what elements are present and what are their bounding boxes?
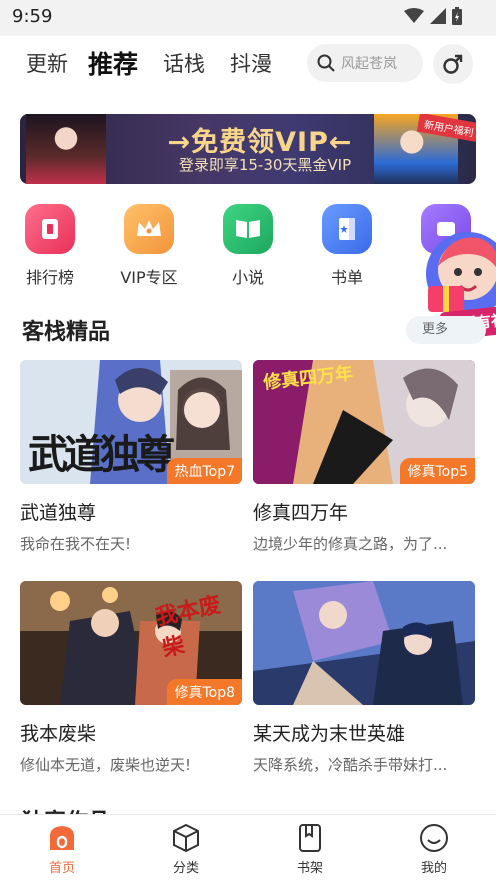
rank-badge: 修真Top8 (167, 679, 242, 705)
comic-description: 边境少年的修真之路，为了... (253, 535, 448, 553)
comic-cover[interactable] (253, 581, 475, 705)
tab-recommend[interactable]: 推荐 (88, 45, 138, 81)
home-icon (50, 826, 74, 850)
book-open-icon (223, 204, 273, 254)
nav-category[interactable]: 分类 (151, 823, 221, 876)
category-label: 小说 (231, 268, 264, 287)
search-input[interactable]: 风起苍岚 (307, 44, 423, 82)
ranking-icon (25, 204, 75, 254)
cover-title-art: 武道独尊 (28, 431, 176, 478)
vip-banner[interactable]: →免费领VIP← 登录即享15-30天黑金VIP 新用户福利 (20, 114, 476, 184)
search-icon (317, 54, 335, 72)
comic-cover[interactable]: 修真四万年 修真Top5 (253, 360, 475, 484)
status-time: 9:59 (12, 6, 53, 27)
top-nav: 更新 推荐 话栈 抖漫 风起苍岚 (0, 36, 496, 92)
comic-cover[interactable]: 武道独尊 热血Top7 (20, 360, 242, 484)
comic-description: 天降系统，冷酷杀手带妹打... (253, 756, 448, 774)
wifi-icon (404, 8, 424, 23)
comic-title[interactable]: 某天成为末世英雄 (253, 719, 475, 746)
cover-art (253, 581, 475, 705)
comic-card[interactable]: 武道独尊 热血Top7 武道独尊 我命在我不在天! (20, 360, 242, 554)
bottom-nav: 首页 分类 书架 我的 (0, 814, 496, 882)
app-screen: 9:59 更新 推荐 话栈 抖漫 风起苍岚 →免费领VIP← 登录即享15-30… (0, 0, 496, 882)
battery-icon (452, 7, 462, 25)
comic-title[interactable]: 修真四万年 (253, 498, 475, 525)
gender-toggle-button[interactable] (433, 44, 473, 84)
category-label: VIP专区 (120, 268, 178, 287)
comic-card[interactable]: 我本废柴 修真Top8 我本废柴 修仙本无道，废柴也逆天! (20, 581, 242, 775)
nav-label: 首页 (48, 861, 75, 876)
signal-icon (430, 8, 446, 24)
category-ranking[interactable]: 排行榜 (10, 204, 90, 288)
category-label: 书单 (330, 268, 363, 287)
tab-updates[interactable]: 更新 (26, 48, 68, 78)
category-vip[interactable]: VIP专区 (109, 204, 189, 288)
nav-label: 分类 (172, 861, 199, 876)
comic-title[interactable]: 武道独尊 (20, 498, 242, 525)
comic-description: 我命在我不在天! (20, 535, 132, 553)
category-booklist[interactable]: 书单 (307, 204, 387, 288)
tab-douman[interactable]: 抖漫 (230, 48, 272, 78)
rank-badge: 热血Top7 (167, 458, 242, 484)
bookshelf-icon (299, 824, 321, 852)
rank-badge: 修真Top5 (400, 458, 475, 484)
banner-subtitle: 登录即享15-30天黑金VIP (178, 156, 352, 174)
section-title: 客栈精品 (22, 320, 111, 345)
comic-card[interactable]: 修真四万年 修真Top5 修真四万年 边境少年的修真之路，为了... (253, 360, 475, 554)
booklist-icon (322, 204, 372, 254)
category-label: 排行榜 (25, 268, 74, 287)
more-button[interactable]: 更多 (406, 316, 486, 344)
search-placeholder: 风起苍岚 (341, 56, 397, 72)
status-bar: 9:59 (0, 0, 496, 36)
banner-character-left (26, 114, 106, 184)
comic-cover[interactable]: 我本废柴 修真Top8 (20, 581, 242, 705)
comic-description: 修仙本无道，废柴也逆天! (20, 756, 192, 774)
nav-label: 书架 (296, 861, 323, 876)
comic-card[interactable]: 某天成为末世英雄 天降系统，冷酷杀手带妹打... (253, 581, 475, 775)
cube-icon (173, 823, 199, 853)
nav-home[interactable]: 首页 (27, 823, 97, 876)
comic-title[interactable]: 我本废柴 (20, 719, 242, 746)
nav-label: 我的 (420, 861, 447, 876)
crown-icon (124, 204, 174, 254)
status-icons (404, 7, 462, 25)
nav-bookshelf[interactable]: 书架 (275, 823, 345, 876)
category-novel[interactable]: 小说 (208, 204, 288, 288)
profile-icon (420, 824, 448, 852)
male-icon (443, 54, 463, 74)
nav-profile[interactable]: 我的 (399, 823, 469, 876)
tab-huazhan[interactable]: 话栈 (163, 48, 205, 78)
